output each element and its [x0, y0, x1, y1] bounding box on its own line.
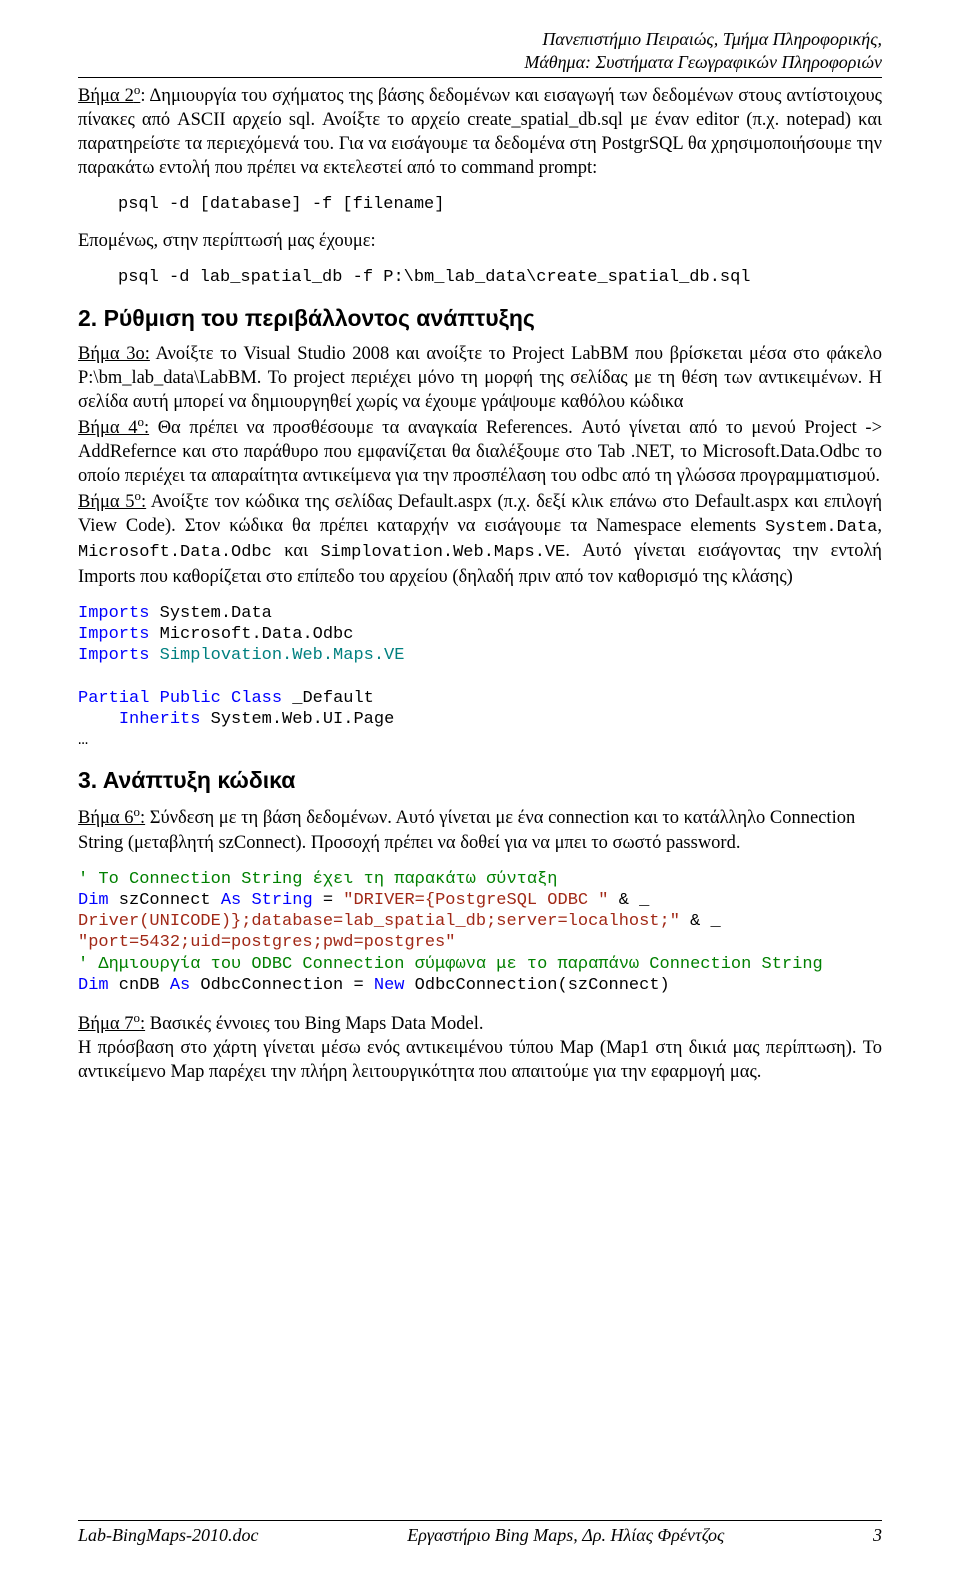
- footer-pagenum: 3: [873, 1525, 882, 1546]
- step-5-label: Βήμα 5: [78, 492, 135, 512]
- step-7-head-text: Βασικές έννοιες του Bing Maps Data Model…: [145, 1014, 483, 1034]
- inherits-type: System.Web.UI.Page: [200, 710, 394, 729]
- comment-2: ' Δημιουργία του ODBC Connection σύμφωνα…: [78, 955, 823, 974]
- ellipsis-line: …: [78, 731, 88, 750]
- step-4-label: Βήμα 4: [78, 418, 137, 438]
- step-6-label: Βήμα 6: [78, 808, 134, 828]
- kw-imports-1: Imports: [78, 604, 149, 623]
- code-psql-template: psql -d [database] -f [filename]: [78, 194, 882, 215]
- step-7-text: Η πρόσβαση στο χάρτη γίνεται μέσω ενός α…: [78, 1036, 882, 1084]
- kw-dim-1: Dim: [78, 891, 109, 910]
- step-4-paragraph: Βήμα 4ο: Θα πρέπει να προσθέσουμε τα ανα…: [78, 414, 882, 488]
- footer-rule: [78, 1520, 882, 1521]
- kw-new: New: [374, 976, 405, 995]
- kw-public: Public: [149, 689, 220, 708]
- code-psql-actual: psql -d lab_spatial_db -f P:\bm_lab_data…: [78, 267, 882, 288]
- odbc-ctor: OdbcConnection(szConnect): [404, 976, 669, 995]
- amp1: & _: [609, 891, 650, 910]
- amp2: & _: [680, 912, 721, 931]
- section-3-heading: 3. Ανάπτυξη κώδικα: [78, 767, 882, 794]
- sp1: [241, 891, 251, 910]
- eq1: =: [313, 891, 344, 910]
- section-2-heading: 2. Ρύθμιση του περιβάλλοντος ανάπτυξης: [78, 305, 882, 332]
- document-page: Πανεπιστήμιο Πειραιώς, Τμήμα Πληροφορική…: [0, 0, 960, 1584]
- therefore-text: Επομένως, στην περίπτωσή μας έχουμε:: [78, 229, 882, 253]
- classname: _Default: [282, 689, 374, 708]
- kw-dim-2: Dim: [78, 976, 109, 995]
- var-cndb: cnDB: [109, 976, 170, 995]
- step-7-heading: Βήμα 7ο: Βασικές έννοιες του Bing Maps D…: [78, 1010, 882, 1036]
- ns-odbc: Microsoft.Data.Odbc: [78, 543, 272, 562]
- kw-partial: Partial: [78, 689, 149, 708]
- kw-imports-3: Imports: [78, 646, 149, 665]
- step-6-text: Σύνδεση με τη βάση δεδομένων. Αυτό γίνετ…: [78, 808, 855, 852]
- step-3-text: Ανοίξτε το Visual Studio 2008 και ανοίξτ…: [78, 344, 882, 412]
- comment-1: ' Το Connection String έχει τη παρακάτω …: [78, 870, 557, 889]
- header-line-2: Μάθημα: Συστήματα Γεωγραφικών Πληροφοριώ…: [78, 51, 882, 74]
- footer-title: Εργαστήριο Bing Maps, Δρ. Ηλίας Φρέντζος: [407, 1525, 724, 1546]
- step-7-sup: ο: [134, 1010, 140, 1025]
- step-2-text: Δημιουργία του σχήματος της βάσης δεδομέ…: [78, 86, 882, 178]
- page-footer: Lab-BingMaps-2010.doc Εργαστήριο Bing Ma…: [78, 1520, 882, 1546]
- step-3-paragraph: Βήμα 3ο: Ανοίξτε το Visual Studio 2008 κ…: [78, 342, 882, 414]
- str-driver: "DRIVER={PostgreSQL ODBC ": [343, 891, 608, 910]
- kw-class: Class: [221, 689, 282, 708]
- ns-simplovation: Simplovation.Web.Maps.VE: [320, 543, 565, 562]
- kw-string: String: [251, 891, 312, 910]
- sep-and: και: [272, 541, 321, 561]
- step-3-label: Βήμα 3ο:: [78, 344, 150, 364]
- kw-as-1: As: [221, 891, 241, 910]
- step-5-paragraph: Βήμα 5ο: Ανοίξτε τον κώδικα της σελίδας …: [78, 488, 882, 588]
- str-driver-2: Driver(UNICODE)};database=lab_spatial_db…: [78, 912, 680, 931]
- code-imports-block: Imports System.Data Imports Microsoft.Da…: [78, 603, 882, 752]
- code-ns2: Microsoft.Data.Odbc: [149, 625, 353, 644]
- header-rule: [78, 77, 882, 78]
- code-ns3: Simplovation.Web.Maps.VE: [149, 646, 404, 665]
- step-4-sup: ο: [137, 414, 143, 429]
- odbctype: OdbcConnection =: [190, 976, 374, 995]
- code-ns1: System.Data: [149, 604, 271, 623]
- var-szconnect: szConnect: [109, 891, 221, 910]
- step-5-sup: ο: [135, 488, 141, 503]
- kw-inherits: Inherits: [78, 710, 200, 729]
- code-connection-block: ' Το Connection String έχει τη παρακάτω …: [78, 869, 882, 997]
- step-7-label: Βήμα 7: [78, 1014, 134, 1034]
- step-5-text-a: Ανοίξτε τον κώδικα της σελίδας Default.a…: [78, 492, 882, 536]
- kw-imports-2: Imports: [78, 625, 149, 644]
- footer-filename: Lab-BingMaps-2010.doc: [78, 1525, 258, 1546]
- str-port: "port=5432;uid=postgres;pwd=postgres": [78, 933, 455, 952]
- kw-as-2: As: [170, 976, 190, 995]
- sep-comma1: ,: [877, 516, 882, 536]
- step-6-paragraph: Βήμα 6ο: Σύνδεση με τη βάση δεδομένων. Α…: [78, 804, 882, 854]
- header-line-1: Πανεπιστήμιο Πειραιώς, Τμήμα Πληροφορική…: [78, 28, 882, 51]
- page-header: Πανεπιστήμιο Πειραιώς, Τμήμα Πληροφορική…: [78, 28, 882, 75]
- step-2-paragraph: Βήμα 2ο: Δημιουργία του σχήματος της βάσ…: [78, 82, 882, 180]
- step-2-label: Βήμα 2: [78, 86, 134, 106]
- ns-system-data: System.Data: [765, 518, 877, 537]
- step-6-sup: ο: [134, 804, 140, 819]
- step-4-text: Θα πρέπει να προσθέσουμε τα αναγκαία Ref…: [78, 418, 882, 486]
